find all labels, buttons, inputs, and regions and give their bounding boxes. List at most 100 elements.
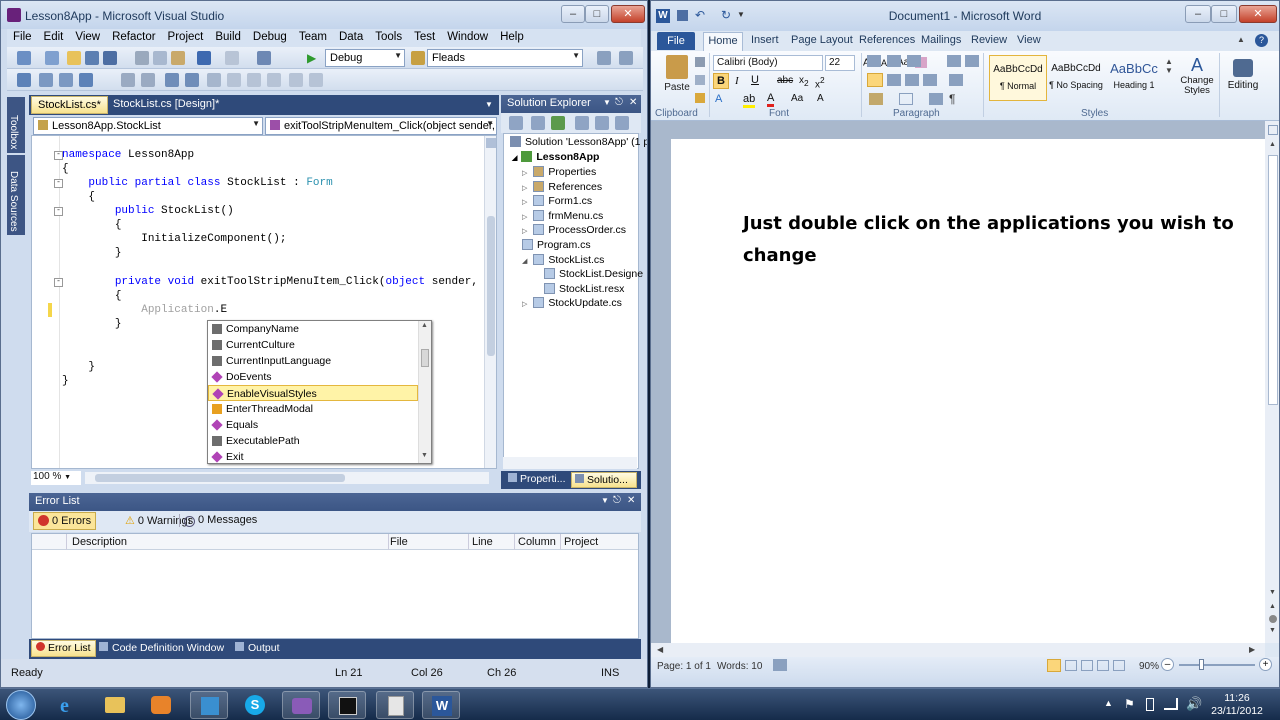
style-heading-1[interactable]: AaBbCc Heading 1 (1105, 55, 1163, 101)
expand-icon[interactable]: ▷ (522, 185, 527, 192)
taskbar-document-icon[interactable] (376, 691, 414, 719)
taskbar-explorer-icon[interactable] (96, 691, 134, 719)
pane-menu-icon[interactable]: ▼ (603, 98, 611, 107)
tray-clock[interactable]: 11:26 23/11/2012 (1200, 692, 1274, 718)
find-combo[interactable]: Fleads ▼ (427, 49, 583, 67)
zoom-slider[interactable] (1179, 659, 1255, 670)
hscroll-thumb[interactable] (95, 474, 345, 482)
taskbar-internet-explorer-icon[interactable]: e (50, 691, 88, 719)
word-horizontal-scrollbar[interactable]: ◀ ▶ (651, 643, 1265, 657)
align-right-icon[interactable] (905, 74, 919, 86)
tab-error-list[interactable]: Error List (31, 640, 96, 657)
intellisense-item[interactable]: Exit (208, 449, 418, 465)
line-spacing-icon[interactable] (949, 74, 963, 86)
paste-icon[interactable] (171, 51, 185, 65)
draft-view-icon[interactable] (1113, 660, 1125, 671)
new-project-icon[interactable] (17, 51, 31, 65)
decrease-indent-icon[interactable] (121, 73, 135, 87)
pane-close-icon[interactable]: ✕ (629, 97, 637, 108)
proofing-icon[interactable] (773, 659, 787, 671)
add-item-icon[interactable] (45, 51, 59, 65)
solution-hscrollbar[interactable] (503, 457, 637, 469)
align-left-button[interactable] (867, 73, 883, 87)
zoom-in-icon[interactable]: + (1259, 658, 1272, 671)
document-text-line-1[interactable]: Just double click on the applications yo… (743, 213, 1234, 234)
style-normal[interactable]: AaBbCcDd ¶ Normal (989, 55, 1047, 101)
multilevel-list-icon[interactable] (907, 55, 921, 67)
bold-button[interactable]: B (713, 73, 729, 89)
taskbar-media-player-icon[interactable] (142, 691, 180, 719)
toolbar-icon[interactable] (39, 73, 53, 87)
help-icon[interactable]: ? (1255, 34, 1268, 47)
expand-icon[interactable]: ▷ (522, 301, 527, 308)
split-handle-icon[interactable] (486, 138, 496, 148)
code-line[interactable]: public StockList() (62, 205, 234, 219)
prev-page-icon[interactable]: ▲ (1269, 603, 1276, 610)
menu-item-data[interactable]: Data (333, 29, 369, 45)
underline-button[interactable]: U (751, 74, 759, 86)
font-color-button[interactable]: A (767, 92, 775, 107)
view-designer-icon[interactable] (595, 116, 609, 130)
tab-review[interactable]: Review (971, 34, 1007, 46)
save-all-icon[interactable] (103, 51, 117, 65)
menu-item-build[interactable]: Build (209, 29, 247, 45)
code-line[interactable]: namespace Lesson8App (62, 149, 194, 163)
solution-node[interactable]: Solution 'Lesson8App' (1 p (510, 136, 647, 148)
scroll-down-icon[interactable]: ▼ (421, 452, 428, 459)
menu-item-tools[interactable]: Tools (369, 29, 408, 45)
copy-icon[interactable] (695, 75, 705, 85)
bookmark-prev-icon[interactable] (227, 73, 241, 87)
bookmark-clear-icon[interactable] (267, 73, 281, 87)
tab-mailings[interactable]: Mailings (921, 34, 961, 46)
menu-item-debug[interactable]: Debug (247, 29, 293, 45)
editing-button[interactable]: Editing (1223, 55, 1263, 103)
intellisense-item[interactable]: ExecutablePath (208, 433, 418, 449)
code-line[interactable]: } (62, 375, 69, 389)
subscript-button[interactable]: x2 (799, 75, 809, 88)
menu-item-view[interactable]: View (69, 29, 106, 45)
scroll-thumb[interactable] (421, 349, 429, 367)
column-header-project[interactable]: Project (564, 536, 598, 548)
tray-arrow-icon[interactable]: ▲ (1104, 698, 1113, 708)
scroll-right-icon[interactable]: ▶ (1249, 645, 1255, 654)
intellisense-item[interactable]: DoEvents (208, 369, 418, 385)
intellisense-item[interactable]: CurrentCulture (208, 337, 418, 353)
expanded-icon[interactable]: ◢ (522, 258, 527, 265)
tab-page-layout[interactable]: Page Layout (791, 34, 853, 46)
increase-indent-icon[interactable] (141, 73, 155, 87)
code-line[interactable]: Application.E (62, 304, 227, 318)
intellisense-item[interactable]: CompanyName (208, 321, 418, 337)
tab-insert[interactable]: Insert (751, 34, 779, 46)
menu-item-help[interactable]: Help (494, 29, 530, 45)
highlight-button[interactable]: ab (743, 93, 756, 108)
tab-file[interactable]: File (657, 32, 695, 50)
scroll-thumb[interactable] (487, 216, 495, 356)
strikethrough-button[interactable]: abc (777, 75, 793, 86)
copy-icon[interactable] (153, 51, 167, 65)
font-name-combo[interactable]: Calibri (Body) (713, 55, 823, 71)
italic-button[interactable]: I (735, 75, 739, 87)
toolbar-icon[interactable] (79, 73, 93, 87)
minimize-button[interactable]: – (561, 5, 585, 23)
solution-item[interactable]: ▷ Form1.cs (522, 195, 592, 207)
shading-icon[interactable] (869, 93, 883, 105)
document-text-line-2[interactable]: change (743, 245, 817, 266)
tab-home[interactable]: Home (703, 32, 743, 52)
tab-code-definition[interactable]: Code Definition Window (99, 642, 224, 654)
print-layout-view-icon[interactable] (1047, 659, 1061, 672)
toolbar-icon[interactable] (59, 73, 73, 87)
menu-item-team[interactable]: Team (293, 29, 333, 45)
tab-references[interactable]: References (859, 34, 915, 46)
char-spacing-button[interactable]: Aa (791, 93, 803, 104)
tab-dropdown-icon[interactable]: ▼ (485, 100, 493, 109)
code-line[interactable]: { (62, 290, 122, 304)
undo-icon[interactable] (197, 51, 211, 65)
menu-item-file[interactable]: File (7, 29, 38, 45)
errors-filter-button[interactable]: 0 Errors (33, 512, 97, 530)
code-line[interactable]: } (62, 318, 122, 332)
show-hide-icon[interactable]: ¶ (949, 92, 955, 106)
superscript-button[interactable]: x2 (815, 75, 825, 90)
tab-view[interactable]: View (1017, 34, 1041, 46)
save-icon[interactable] (85, 51, 99, 65)
menu-item-project[interactable]: Project (162, 29, 210, 45)
